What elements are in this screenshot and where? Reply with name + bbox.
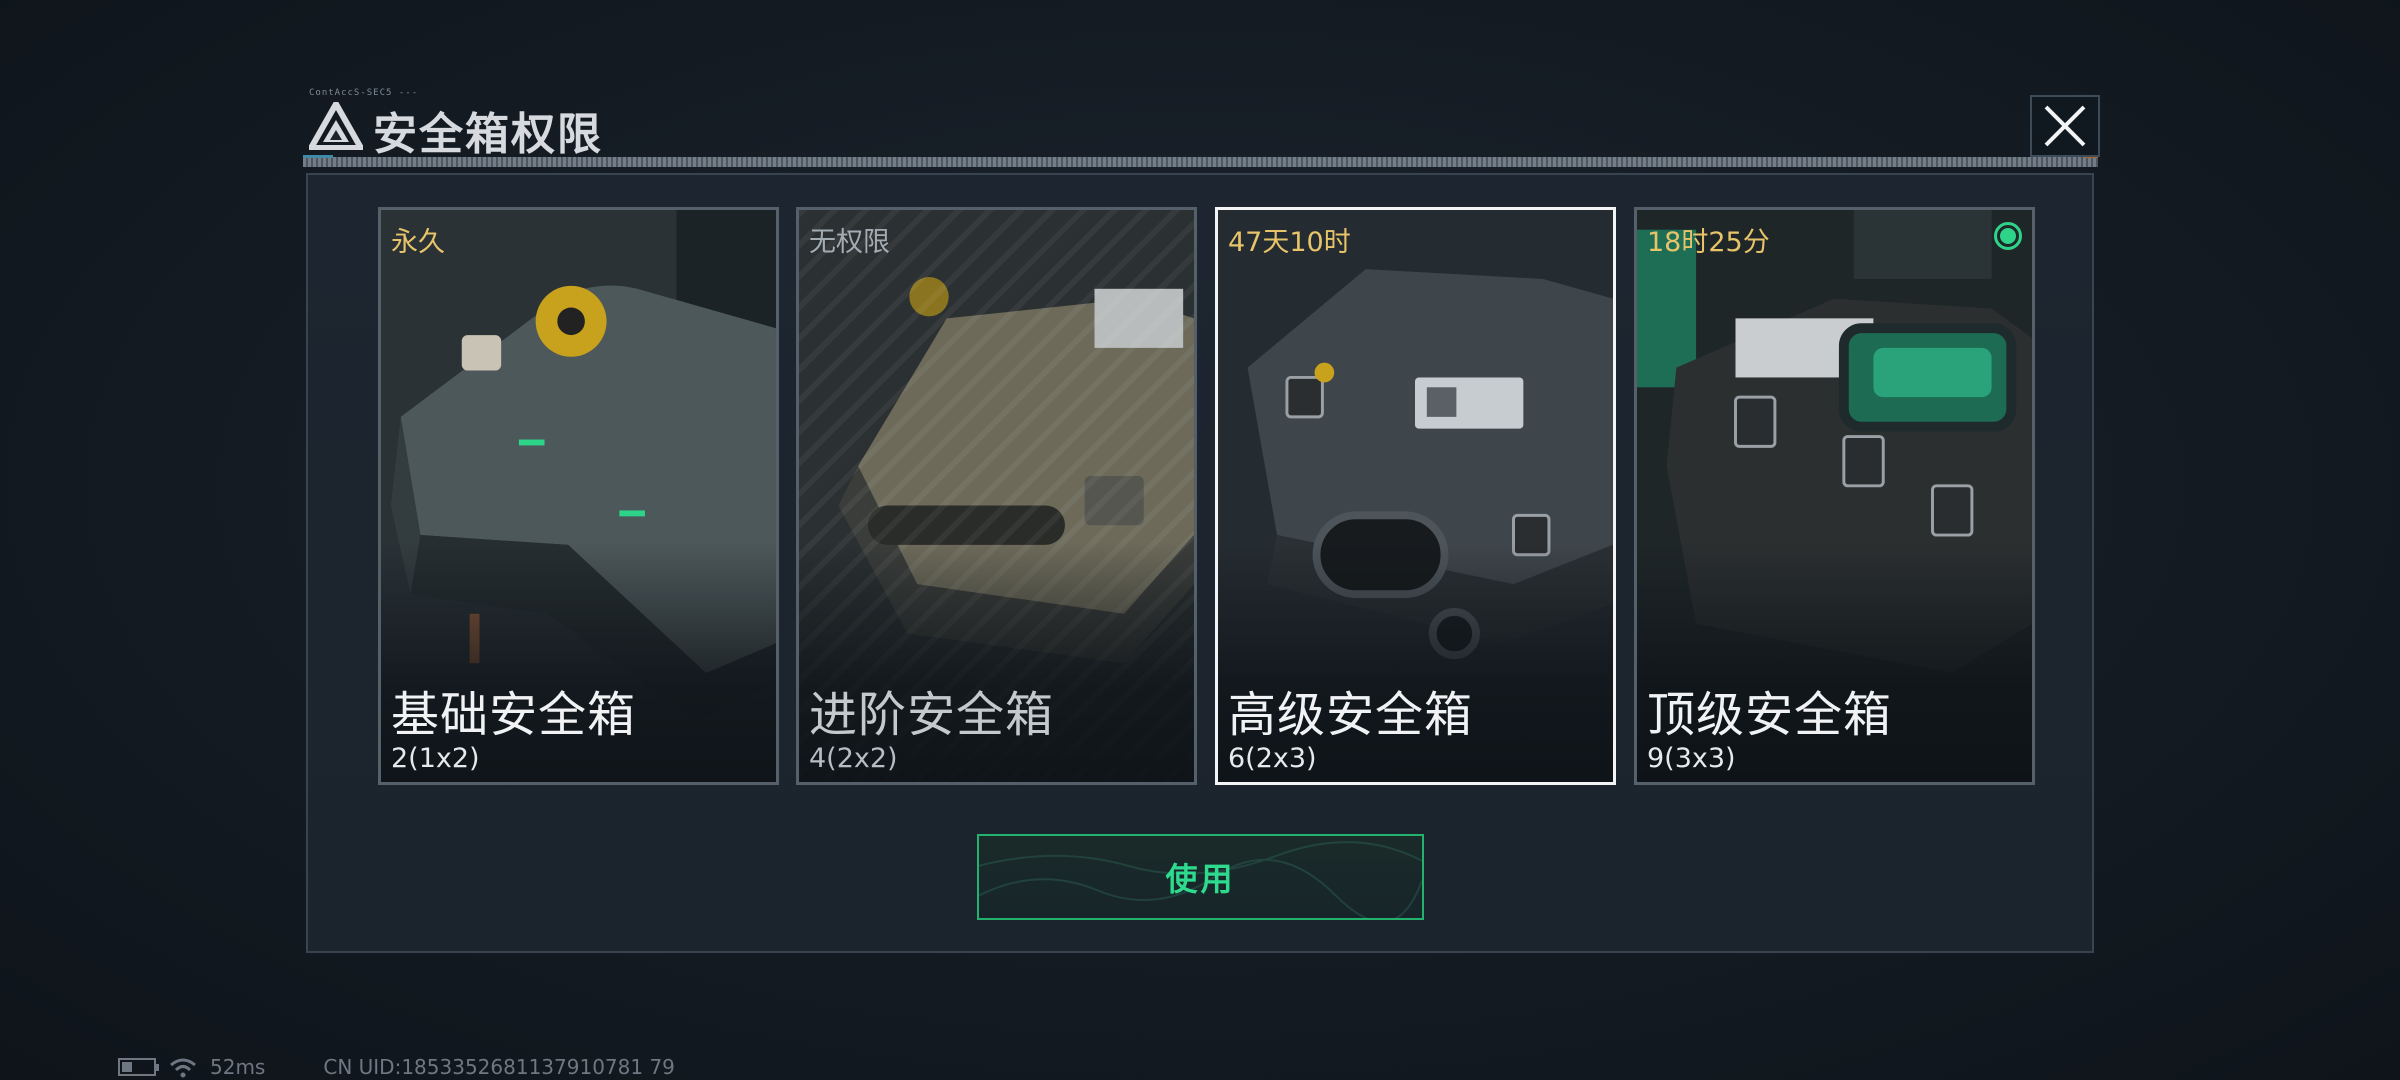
battery-icon: [118, 1058, 159, 1076]
card-name: 顶级安全箱: [1647, 687, 1893, 743]
status-footer: 52ms CN UID:1853352681137910781 79: [118, 1054, 675, 1080]
card-name: 基础安全箱: [391, 687, 637, 743]
use-button[interactable]: 使用: [977, 834, 1424, 920]
card-size: 6(2x3): [1228, 743, 1317, 774]
safebox-card-senior[interactable]: 47天10时 高级安全箱 6(2x3): [1215, 207, 1616, 785]
modal-title-bar: ContAccS-SEC5 --- 安全箱权限: [303, 88, 2103, 162]
ping-text: 52ms: [210, 1055, 266, 1079]
card-size: 2(1x2): [391, 743, 480, 774]
card-status: 永久: [391, 227, 445, 258]
use-button-label: 使用: [1165, 860, 1236, 898]
card-status: 无权限: [809, 227, 890, 258]
close-icon: [2044, 105, 2086, 147]
close-button[interactable]: [2030, 95, 2100, 157]
equipped-dot-icon: [1994, 222, 2022, 250]
uid-text: CN UID:1853352681137910781 79: [323, 1055, 675, 1079]
safebox-card-top[interactable]: 18时25分 顶级安全箱 9(3x3): [1634, 207, 2035, 785]
card-status: 47天10时: [1228, 227, 1351, 258]
wifi-icon: [170, 1058, 196, 1078]
triangle-logo-icon: [309, 102, 363, 150]
card-name: 高级安全箱: [1228, 687, 1474, 743]
card-size: 4(2x2): [809, 743, 898, 774]
card-name: 进阶安全箱: [809, 687, 1055, 743]
safebox-card-basic[interactable]: 永久 基础安全箱 2(1x2): [378, 207, 779, 785]
title-divider: [303, 155, 2098, 167]
modal-title: 安全箱权限: [373, 109, 603, 160]
safebox-card-advanced[interactable]: 无权限 进阶安全箱 4(2x2): [796, 207, 1197, 785]
title-micro-text: ContAccS-SEC5 ---: [309, 88, 419, 98]
card-size: 9(3x3): [1647, 743, 1736, 774]
card-status: 18时25分: [1647, 227, 1770, 258]
